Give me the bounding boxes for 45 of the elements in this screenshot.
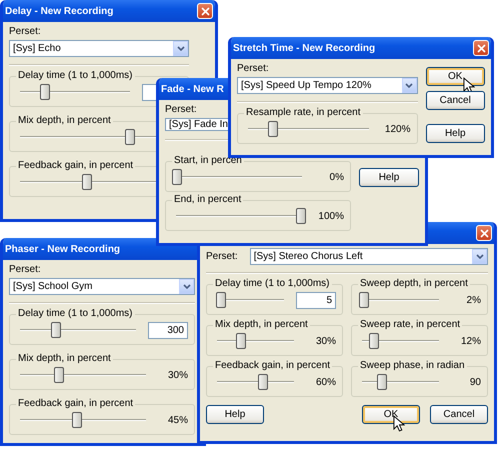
- value-label: 120%: [384, 124, 410, 134]
- value-label: 60%: [314, 376, 336, 388]
- value-label: 2%: [466, 294, 481, 306]
- preset-label: Perset:: [9, 26, 41, 38]
- preset-label: Perset:: [165, 104, 197, 116]
- value-label: 100%: [317, 210, 344, 222]
- value-label: 90: [468, 376, 481, 388]
- value-label: 45%: [166, 414, 188, 426]
- group-label: Delay time (1 to 1,000ms): [214, 278, 330, 290]
- group-label: Mix depth, in percent: [214, 319, 309, 331]
- group-label: Feedback gain, in percent: [17, 160, 134, 172]
- value-field[interactable]: 5: [296, 292, 336, 308]
- value-label: 12%: [460, 336, 481, 346]
- preset-dropdown[interactable]: [Sys] Stereo Chorus Left: [250, 248, 488, 265]
- group-label: Sweep phase, in radian: [359, 360, 466, 372]
- group-label: Mix depth, in percent: [17, 353, 112, 365]
- group-label: Feedback gain, in percent: [214, 360, 332, 372]
- preset-dropdown[interactable]: [Sys] School Gym: [9, 278, 195, 295]
- value-label: 30%: [166, 370, 188, 380]
- dialog-button[interactable]: Help: [359, 168, 419, 187]
- group-label: Mix depth, in percent: [17, 115, 112, 127]
- window-title: Delay - New Recording: [5, 6, 114, 16]
- group-label: End, in percent: [173, 194, 242, 206]
- group-label: Start, in percen: [173, 155, 243, 167]
- window-title: Stretch Time - New Recording: [233, 42, 376, 54]
- group-label: Delay time (1 to 1,000ms): [17, 70, 134, 82]
- window-title: Fade - New R: [161, 84, 224, 94]
- dialog-button[interactable]: Help: [426, 124, 485, 143]
- preset-label: Perset:: [206, 250, 238, 262]
- value-label: 0%: [328, 172, 344, 182]
- dialog-button[interactable]: Cancel: [426, 91, 485, 110]
- group-label: Sweep rate, in percent: [359, 319, 462, 331]
- dialog-button[interactable]: Cancel: [430, 405, 488, 424]
- group-label: Delay time (1 to 1,000ms): [17, 308, 134, 320]
- preset-dropdown[interactable]: [Sys] Echo: [9, 40, 189, 57]
- group-label: Feedback gain, in percent: [17, 398, 134, 410]
- value-label: 30%: [314, 336, 336, 346]
- dialog-button[interactable]: Help: [206, 405, 264, 424]
- value-field[interactable]: 300: [148, 322, 188, 338]
- preset-label: Perset:: [237, 63, 269, 75]
- preset-label: Perset:: [9, 264, 41, 276]
- group-label: Sweep depth, in percent: [359, 278, 469, 290]
- window-title: Phaser - New Recording: [5, 244, 120, 254]
- preset-dropdown[interactable]: [Sys] Speed Up Tempo 120%: [237, 77, 418, 94]
- group-label: Resample rate, in percent: [245, 107, 362, 119]
